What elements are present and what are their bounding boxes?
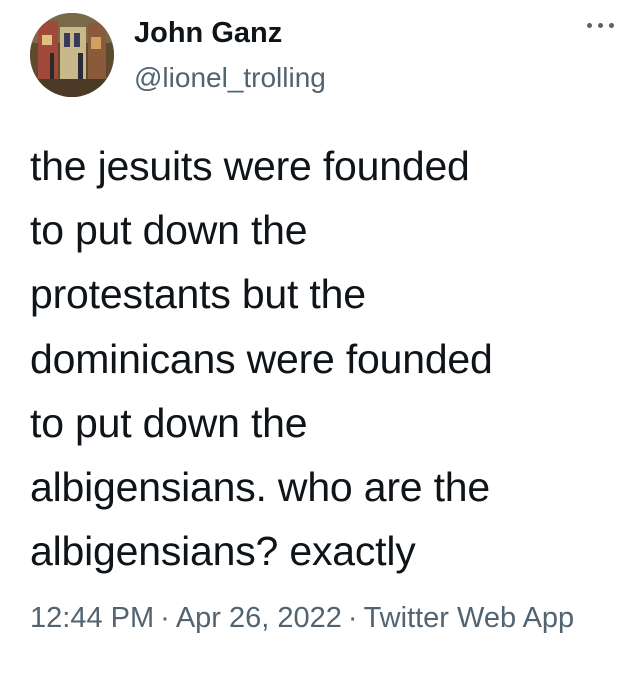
tweet-card: John Ganz @lionel_trolling the jesuits w…: [0, 0, 640, 689]
tweet-text-line: to put down the: [30, 207, 308, 254]
meta-separator: ·: [160, 602, 170, 634]
tweet-text-line: the jesuits were founded: [30, 143, 470, 189]
author-handle[interactable]: @lionel_trolling: [134, 61, 326, 95]
tweet-date[interactable]: Apr 26, 2022: [176, 602, 342, 634]
meta-separator: ·: [347, 602, 358, 634]
more-dot: [587, 23, 592, 28]
tweet-text: the jesuits were founded to put down the…: [30, 134, 630, 583]
tweet-meta: 12:44 PM · Apr 26, 2022 · Twitter Web App: [30, 596, 590, 640]
more-horizontal-icon[interactable]: [583, 13, 619, 37]
tweet-source[interactable]: Twitter Web App: [364, 602, 575, 634]
more-dot: [598, 23, 603, 28]
author-name[interactable]: John Ganz: [134, 15, 282, 51]
tweet-text-line: protestants but the: [30, 271, 366, 318]
more-dot: [609, 23, 614, 28]
tweet-text-line: albigensians. who are the: [30, 464, 490, 511]
tweet-text-line: albigensians? exactly: [30, 528, 416, 575]
tweet-time[interactable]: 12:44 PM: [30, 602, 154, 634]
tweet-text-line: dominicans were founded: [30, 335, 493, 382]
avatar-image: [30, 13, 114, 97]
avatar[interactable]: [30, 13, 114, 97]
tweet-text-line: to put down the: [30, 399, 308, 446]
